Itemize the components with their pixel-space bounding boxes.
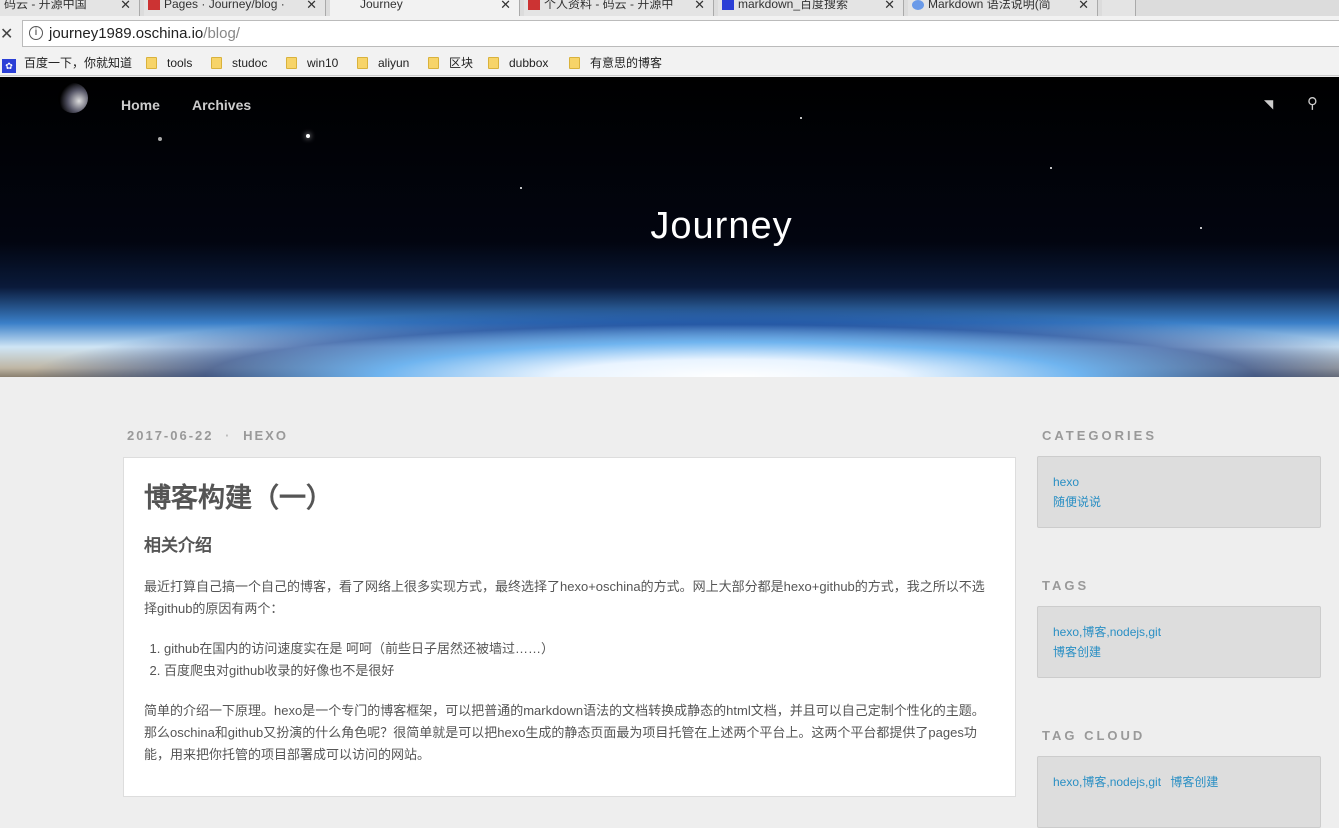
post-list: github在国内的访问速度实在是 呵呵（前些日子居然还被墙过……） 百度爬虫对… — [164, 638, 995, 682]
tab-bar: 码云 - 开源中国 ✕ Pages · Journey/blog · ✕ Journ… — [0, 0, 1339, 16]
tab-title: 码云 - 开源中国 — [4, 0, 87, 11]
categories-heading: CATEGORIES — [1042, 428, 1157, 443]
globe-icon — [912, 0, 924, 10]
close-tab-icon[interactable]: ✕ — [1078, 0, 1089, 12]
stop-icon[interactable]: ✕ — [0, 24, 13, 44]
bookmark-folder[interactable]: win10 — [286, 53, 338, 73]
post-paragraph: 最近打算自己搞一个自己的博客，看了网络上很多实现方式，最终选择了hexo+osc… — [144, 579, 985, 616]
post-card: 博客构建（一） 相关介绍 最近打算自己搞一个自己的博客，看了网络上很多实现方式，… — [123, 457, 1016, 797]
search-icon[interactable]: ⚲ — [1307, 94, 1318, 112]
tab-active[interactable]: Journey ✕ — [330, 0, 520, 16]
close-tab-icon[interactable]: ✕ — [884, 0, 895, 12]
gitee-icon — [528, 0, 540, 10]
bookmarks-bar: ✿ 百度一下，你就知道 tools studoc win10 aliyun 区块 … — [0, 52, 1339, 76]
bookmark-folder[interactable]: dubbox — [488, 53, 548, 73]
bookmark-label: studoc — [232, 56, 268, 70]
baidu-paw-icon: ✿ — [2, 59, 16, 73]
folder-icon — [146, 57, 157, 69]
post-title[interactable]: 博客构建（一） — [144, 476, 995, 515]
url-path: /blog/ — [203, 25, 240, 42]
bookmark-folder[interactable]: aliyun — [357, 53, 409, 73]
baidu-icon — [722, 0, 734, 10]
close-tab-icon[interactable]: ✕ — [306, 0, 317, 12]
star — [158, 137, 162, 141]
close-tab-icon[interactable]: ✕ — [120, 0, 131, 12]
bookmark-label: 区块 — [449, 56, 474, 70]
tag-link[interactable]: hexo,博客,nodejs,git — [1053, 622, 1305, 642]
info-icon[interactable]: i — [29, 26, 43, 40]
tag-link[interactable]: 博客创建 — [1053, 642, 1305, 662]
bookmark-folder[interactable]: 区块 — [428, 53, 473, 73]
tab[interactable]: 码云 - 开源中国 ✕ — [0, 0, 140, 16]
list-item: 百度爬虫对github收录的好像也不是很好 — [164, 660, 995, 682]
bookmark-label: 有意思的博客 — [590, 56, 663, 70]
star — [306, 134, 310, 138]
meta-separator: · — [225, 428, 232, 443]
bookmark-folder[interactable]: studoc — [211, 53, 267, 73]
folder-icon — [211, 57, 222, 69]
category-link[interactable]: 随便说说 — [1053, 492, 1305, 512]
post-subtitle: 相关介绍 — [144, 536, 212, 555]
categories-box: hexo 随便说说 — [1037, 456, 1321, 528]
tab-title: 个人资料 - 码云 - 开源中 — [544, 0, 674, 11]
close-tab-icon[interactable]: ✕ — [500, 0, 511, 12]
tag-cloud-heading: TAG CLOUD — [1042, 728, 1146, 743]
category-link[interactable]: hexo — [1053, 472, 1305, 492]
list-item: github在国内的访问速度实在是 呵呵（前些日子居然还被墙过……） — [164, 638, 995, 660]
bookmark-folder[interactable]: 有意思的博客 — [569, 53, 662, 73]
folder-icon — [357, 57, 368, 69]
post-meta: 2017-06-22 · HEXO — [127, 428, 288, 443]
tab-title: markdown_百度搜索 — [738, 0, 849, 11]
bookmark-label: dubbox — [509, 56, 549, 70]
post-paragraph: 简单的介绍一下原理。hexo是一个专门的博客框架，可以把普通的markdown语… — [144, 703, 985, 762]
folder-icon — [569, 57, 580, 69]
tab-title: Journey — [360, 0, 403, 11]
gitee-icon — [148, 0, 160, 10]
close-tab-icon[interactable]: ✕ — [694, 0, 705, 12]
star — [1050, 167, 1052, 169]
url-host: journey1989.oschina.io — [49, 25, 204, 42]
folder-icon — [488, 57, 499, 69]
nav-archives[interactable]: Archives — [192, 97, 251, 113]
tag-cloud-link[interactable]: hexo,博客,nodejs,git — [1053, 775, 1161, 789]
folder-icon — [428, 57, 439, 69]
bookmark-label: 百度一下，你就知道 — [24, 56, 133, 70]
tags-box: hexo,博客,nodejs,git 博客创建 — [1037, 606, 1321, 678]
tab[interactable]: Markdown 语法说明(简 ✕ — [908, 0, 1098, 16]
address-bar-row: ✕ i journey1989.oschina.io/blog/ — [0, 16, 1339, 52]
star — [520, 187, 522, 189]
tab-title: Markdown 语法说明(简 — [928, 0, 1051, 11]
tab[interactable]: markdown_百度搜索 ✕ — [718, 0, 904, 16]
bookmark-label: tools — [167, 56, 193, 70]
site-title: Journey — [650, 205, 793, 247]
tag-cloud-box: hexo,博客,nodejs,git 博客创建 — [1037, 756, 1321, 828]
post-date: 2017-06-22 — [127, 428, 214, 443]
header-banner: Home Archives ◥ ⚲ Journey — [0, 77, 1339, 377]
bookmark-label: aliyun — [378, 56, 410, 70]
tag-cloud-link[interactable]: 博客创建 — [1170, 775, 1218, 789]
address-input[interactable]: i journey1989.oschina.io/blog/ — [22, 20, 1339, 47]
bookmark-label: win10 — [307, 56, 339, 70]
tags-heading: TAGS — [1042, 578, 1090, 593]
tab-title: Pages · Journey/blog · — [164, 0, 285, 11]
tab[interactable]: 个人资料 - 码云 - 开源中 ✕ — [524, 0, 714, 16]
nav-home[interactable]: Home — [121, 97, 160, 113]
new-tab-button[interactable] — [1102, 0, 1136, 16]
bookmark-folder[interactable]: tools — [146, 53, 192, 73]
folder-icon — [286, 57, 297, 69]
post-category[interactable]: HEXO — [243, 428, 288, 443]
tab[interactable]: Pages · Journey/blog · ✕ — [144, 0, 326, 16]
rss-icon[interactable]: ◥ — [1264, 97, 1273, 111]
star — [800, 117, 802, 119]
moon-image — [58, 83, 88, 113]
bookmark[interactable]: ✿ 百度一下，你就知道 — [2, 53, 132, 73]
